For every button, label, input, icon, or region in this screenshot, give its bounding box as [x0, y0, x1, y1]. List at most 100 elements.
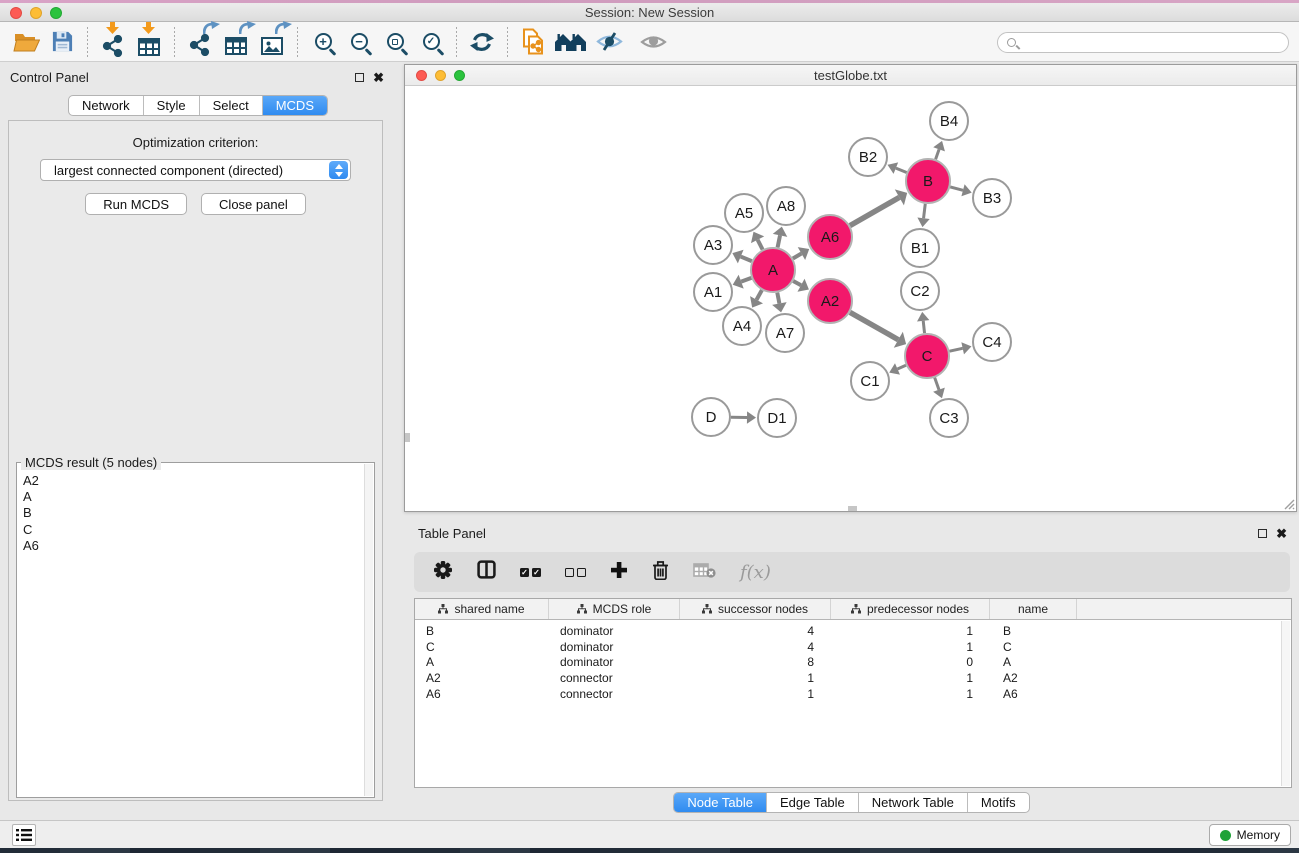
network-window-title-bar: testGlobe.txt	[405, 65, 1296, 86]
unchecked-box-icon	[577, 568, 586, 577]
float-panel-icon[interactable]	[355, 73, 364, 82]
column-type-icon	[577, 604, 587, 614]
table-row[interactable]: Adominator80A	[415, 654, 1291, 670]
column-header-shared-name[interactable]: shared name	[415, 599, 549, 619]
run-mcds-button[interactable]: Run MCDS	[85, 193, 187, 215]
tab-select[interactable]: Select	[200, 96, 263, 115]
deselect-all-columns-button[interactable]	[565, 568, 586, 577]
toolbar-separator	[174, 27, 175, 57]
table-icon	[138, 38, 160, 56]
import-table-button[interactable]	[131, 25, 167, 59]
table-row[interactable]: Bdominator41B	[415, 623, 1291, 639]
graph-node-label: D	[706, 409, 717, 426]
tab-network-table[interactable]: Network Table	[859, 793, 968, 812]
table-scrollbar[interactable]	[1281, 621, 1290, 786]
graph-edge-B-B4[interactable]	[936, 149, 939, 159]
result-scrollbar[interactable]	[364, 464, 373, 796]
float-panel-icon[interactable]	[1258, 529, 1267, 538]
graph-edge-A6-B[interactable]	[850, 197, 899, 225]
zoom-fit-button[interactable]	[377, 25, 413, 59]
graph-edge-B-B2[interactable]	[896, 168, 907, 172]
task-history-button[interactable]	[12, 824, 36, 846]
graph-edge-A-A3[interactable]	[741, 257, 752, 262]
table-type-tabs: Node Table Edge Table Network Table Moti…	[404, 792, 1299, 813]
table-settings-button[interactable]	[433, 560, 453, 585]
apply-layout-button[interactable]	[464, 25, 500, 59]
zoom-in-button[interactable]: +	[305, 25, 341, 59]
column-type-icon	[851, 604, 861, 614]
search-input[interactable]	[1021, 34, 1288, 51]
zoom-out-button[interactable]: −	[341, 25, 377, 59]
delete-column-button[interactable]	[652, 560, 669, 585]
result-item[interactable]: B	[23, 505, 363, 521]
resize-grip[interactable]	[1283, 498, 1295, 510]
zoom-selected-button[interactable]: ✓	[413, 25, 449, 59]
graph-edge-A-A2[interactable]	[793, 281, 801, 285]
column-header-name[interactable]: name	[990, 599, 1077, 619]
column-header-successor-nodes[interactable]: successor nodes	[680, 599, 831, 619]
graph-edge-A2-C[interactable]	[850, 312, 898, 339]
graph-edge-B-B3[interactable]	[950, 187, 963, 190]
table-body: Bdominator41BCdominator41CAdominator80AA…	[415, 620, 1291, 701]
column-type-icon	[702, 604, 712, 614]
close-panel-button[interactable]: Close panel	[201, 193, 306, 215]
toolbar-separator	[87, 27, 88, 57]
graph-edge-A-A1[interactable]	[741, 278, 751, 282]
graph-edge-A-A4[interactable]	[757, 290, 762, 300]
tab-mcds[interactable]: MCDS	[263, 96, 327, 115]
graph-node-label: A5	[735, 205, 753, 222]
tab-edge-table[interactable]: Edge Table	[767, 793, 859, 812]
criterion-select[interactable]: largest connected component (directed)	[40, 159, 351, 181]
graph-edge-C-C2[interactable]	[923, 321, 924, 333]
network-graph-canvas[interactable]: B4B2BB3A8A5A6A3B1AA1C2A2A4A7C4CC1DD1C3	[405, 86, 1296, 511]
column-header-predecessor-nodes[interactable]: predecessor nodes	[831, 599, 990, 619]
tab-motifs[interactable]: Motifs	[968, 793, 1029, 812]
refresh-icon	[470, 30, 494, 54]
new-session-from-network-button[interactable]	[515, 25, 551, 59]
graph-node-label: A7	[776, 325, 794, 342]
table-row[interactable]: A6connector11A6	[415, 686, 1291, 702]
graph-edge-C-C3[interactable]	[935, 378, 939, 390]
export-image-button[interactable]	[254, 25, 290, 59]
export-network-button[interactable]	[182, 25, 218, 59]
graph-edge-C-C4[interactable]	[949, 348, 962, 351]
control-panel-tabs: Network Style Select MCDS	[0, 95, 396, 116]
show-hide-button[interactable]	[591, 25, 627, 59]
close-panel-icon[interactable]: ✖	[1276, 527, 1287, 540]
close-panel-icon[interactable]: ✖	[373, 71, 384, 84]
column-label: name	[1018, 602, 1048, 616]
graph-edge-C-C1[interactable]	[897, 365, 905, 369]
show-columns-button[interactable]	[477, 560, 496, 584]
trash-icon	[652, 560, 669, 580]
export-table-button[interactable]	[218, 25, 254, 59]
tab-node-table[interactable]: Node Table	[674, 793, 767, 812]
result-item[interactable]: A6	[23, 538, 363, 554]
table-row[interactable]: A2connector11A2	[415, 670, 1291, 686]
save-session-button[interactable]	[44, 25, 80, 59]
import-network-button[interactable]	[95, 25, 131, 59]
graph-edge-B-B1[interactable]	[924, 204, 926, 218]
preview-button[interactable]	[635, 25, 671, 59]
result-item[interactable]: A	[23, 489, 363, 505]
result-item[interactable]: A2	[23, 473, 363, 489]
select-all-columns-button[interactable]: ✓ ✓	[520, 568, 541, 577]
first-neighbors-button[interactable]	[551, 25, 591, 59]
graph-edge-A-A5[interactable]	[758, 240, 763, 250]
table-icon	[225, 37, 247, 55]
column-header-mcds-role[interactable]: MCDS role	[549, 599, 680, 619]
table-row[interactable]: Cdominator41C	[415, 639, 1291, 655]
delete-table-button[interactable]	[693, 562, 716, 583]
table-panel: Table Panel ✖	[404, 522, 1299, 820]
graph-edge-A-A7[interactable]	[777, 293, 779, 304]
criterion-value: largest connected component (directed)	[41, 163, 329, 178]
tab-style[interactable]: Style	[144, 96, 200, 115]
open-session-button[interactable]	[8, 25, 44, 59]
create-column-button[interactable]	[610, 561, 628, 584]
memory-button[interactable]: Memory	[1209, 824, 1291, 846]
graph-edge-A-A6[interactable]	[793, 254, 802, 259]
main-toolbar: + − ✓	[0, 22, 1299, 62]
result-item[interactable]: C	[23, 522, 363, 538]
function-builder-button[interactable]: f(x)	[740, 562, 771, 583]
tab-network[interactable]: Network	[69, 96, 144, 115]
graph-edge-A-A8[interactable]	[778, 235, 780, 247]
